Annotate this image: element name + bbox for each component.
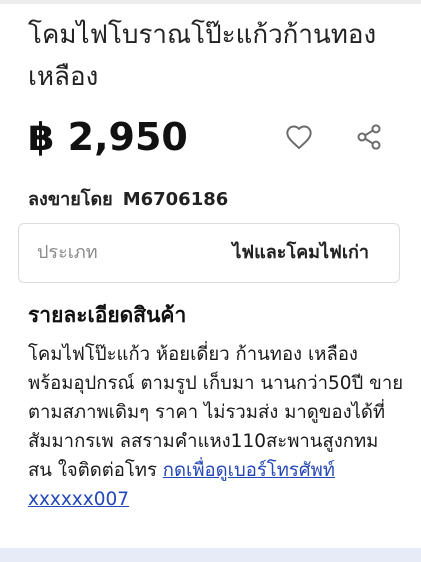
share-icon [357, 124, 381, 150]
category-value[interactable]: ไฟและโคมไฟเก่า [232, 240, 369, 266]
category-label: ประเภท [37, 242, 98, 263]
category-box: ประเภท ไฟและโคมไฟเก่า [18, 223, 400, 283]
heart-outline-icon [286, 125, 312, 150]
favorite-button[interactable] [282, 120, 316, 154]
masked-phone-link[interactable]: xxxxxx007 [28, 489, 129, 510]
seller-id-link[interactable]: M6706186 [123, 189, 229, 210]
listing-title: โคมไฟโบราณโป๊ะแก้วก้านทองเหลือง [28, 20, 377, 92]
listing-price: ฿ 2,950 [28, 115, 188, 159]
bottom-bar [0, 548, 421, 562]
top-strip [0, 0, 421, 4]
details-heading: รายละเอียดสินค้า [28, 303, 187, 327]
show-phone-link[interactable]: กดเพื่อดูเบอร์โทรศัพท์ [163, 460, 335, 481]
seller-label: ลงขายโดย [28, 189, 113, 210]
seller-info: ลงขายโดย M6706186 [28, 186, 228, 214]
details-text: โคมไฟโป๊ะแก้ว ห้อยเดี่ยว ก้านทอง เหลือง … [28, 340, 404, 514]
share-button[interactable] [352, 120, 386, 154]
